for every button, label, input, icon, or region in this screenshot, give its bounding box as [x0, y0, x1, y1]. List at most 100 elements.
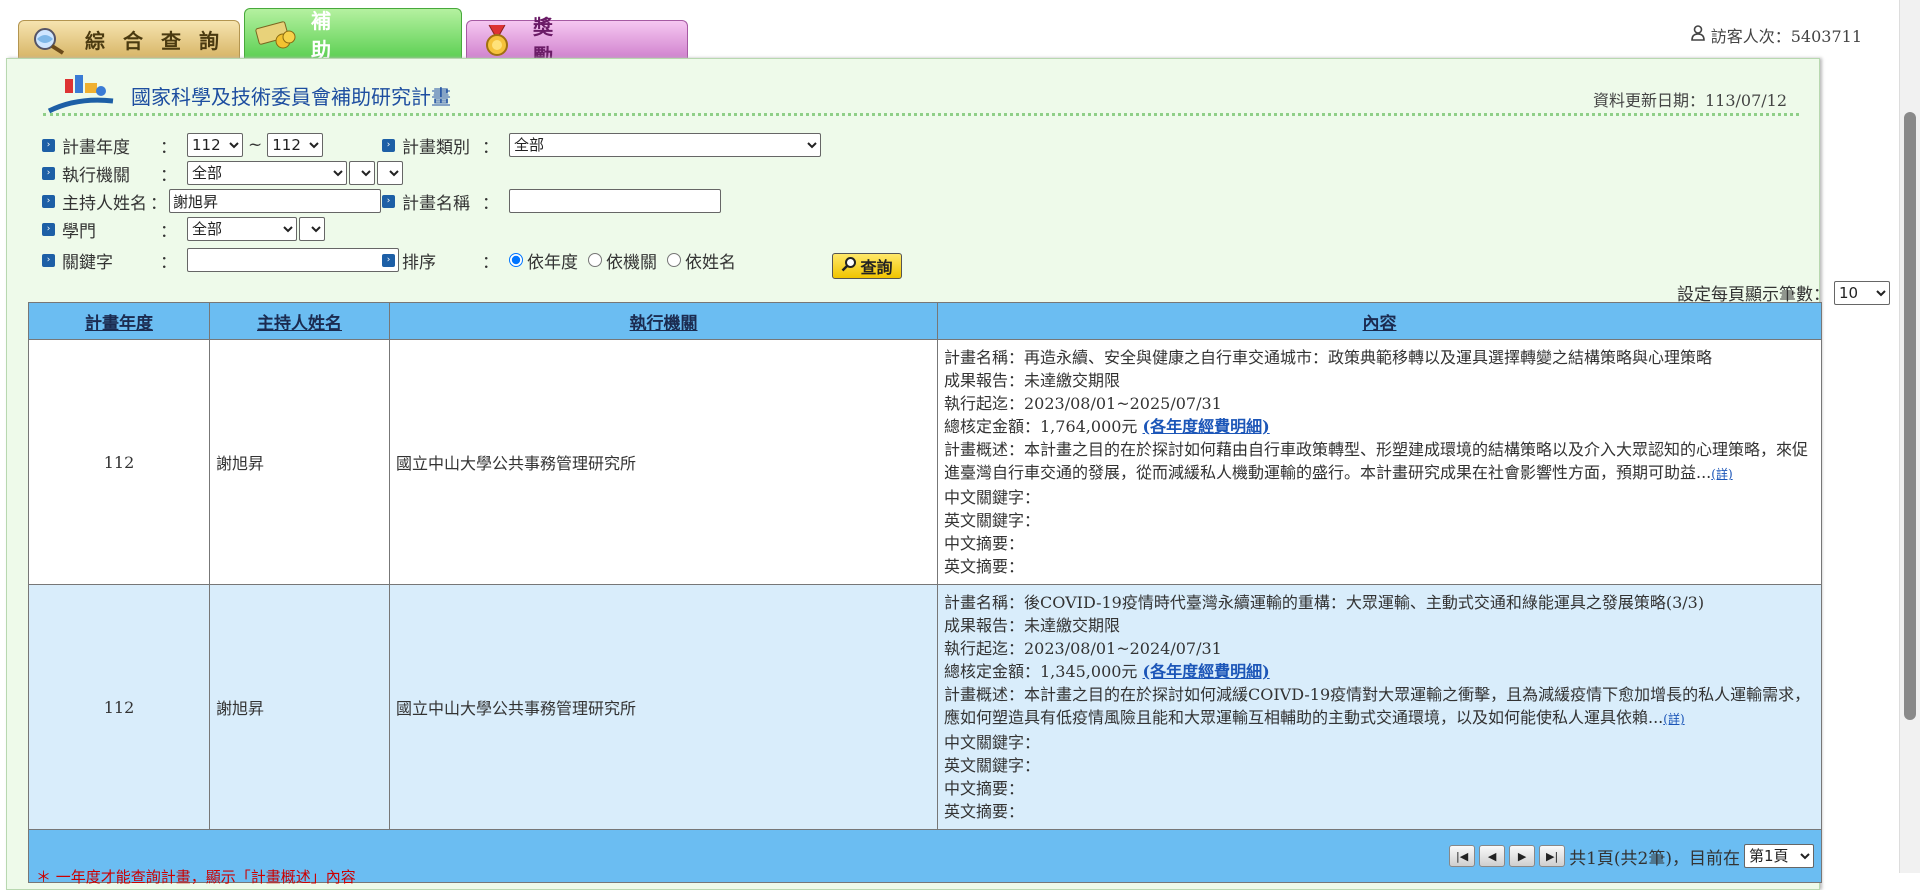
first-page-icon[interactable]: |◀	[1449, 845, 1476, 867]
colon: ：	[160, 252, 177, 273]
cell-org: 國立中山大學公共事務管理研究所	[389, 339, 938, 585]
next-page-icon[interactable]: ▶	[1509, 845, 1536, 867]
keywords-zh: 中文關鍵字：	[944, 488, 1041, 507]
amount-line: 總核定金額：1,345,000元 (各年度經費明細)	[944, 660, 1815, 683]
year-separator: ~	[248, 135, 263, 155]
sort-by-year[interactable]: 依年度	[509, 248, 578, 273]
page-select[interactable]: 第1頁	[1744, 844, 1814, 868]
pi-name-input[interactable]	[169, 189, 381, 213]
sort-by-year-radio[interactable]	[509, 253, 523, 267]
field-select[interactable]: 全部	[187, 217, 297, 241]
colon: ：	[160, 221, 177, 242]
abstract-zh: 中文摘要：	[944, 779, 1025, 798]
page-title: 國家科學及技術委員會補助研究計畫	[131, 85, 451, 109]
tab-label: 補助	[311, 8, 391, 62]
sort-option-label: 依機關	[606, 252, 657, 273]
cell-pi: 謝旭昇	[209, 339, 390, 585]
colon: ：	[160, 137, 177, 158]
table-row: 112 謝旭昇 國立中山大學公共事務管理研究所 計畫名稱：再造永續、安全與健康之…	[28, 339, 1822, 585]
colon: ：	[160, 165, 177, 186]
colon: ：	[482, 252, 499, 273]
keyword-input[interactable]	[187, 248, 399, 272]
prev-page-icon[interactable]: ◀	[1479, 845, 1506, 867]
keywords-en: 英文關鍵字：	[944, 756, 1041, 775]
update-date: 資料更新日期：113/07/12	[1592, 91, 1787, 110]
colon: ：	[150, 193, 167, 214]
org-sub-select-1[interactable]	[349, 161, 375, 185]
bullet-icon: ›	[382, 194, 395, 208]
summary: 計畫概述：本計畫之目的在於探討如何藉由自行車政策轉型、形塑建成環境的結構策略以及…	[944, 440, 1809, 482]
col-header-pi[interactable]: 主持人姓名	[209, 302, 390, 340]
pi-row: › 主持人姓名 ：	[42, 188, 381, 214]
sort-by-name[interactable]: 依姓名	[667, 248, 736, 273]
tab-comprehensive-query[interactable]: 綜合查詢	[18, 20, 240, 58]
project-name-input[interactable]	[509, 189, 721, 213]
col-header-year[interactable]: 計畫年度	[28, 302, 210, 340]
col-header-org[interactable]: 執行機關	[389, 302, 938, 340]
org-label: 執行機關	[62, 165, 130, 186]
project-name: 計畫名稱：再造永續、安全與健康之自行車交通城市：政策典範移轉以及運具選擇轉變之結…	[944, 348, 1713, 367]
pi-label: 主持人姓名	[62, 193, 147, 214]
search-button[interactable]: 查詢	[832, 253, 902, 279]
cell-content: 計畫名稱：再造永續、安全與健康之自行車交通城市：政策典範移轉以及運具選擇轉變之結…	[937, 339, 1822, 585]
keywords-en: 英文關鍵字：	[944, 511, 1041, 530]
year-to-select[interactable]: 112	[267, 133, 324, 157]
amount-line: 總核定金額：1,764,000元 (各年度經費明細)	[944, 415, 1815, 438]
colon: ：	[482, 193, 499, 214]
tab-subsidy[interactable]: 補助	[244, 8, 462, 62]
page-size-select[interactable]: 10	[1834, 280, 1890, 305]
scrollbar-thumb[interactable]	[1904, 112, 1916, 720]
details-link[interactable]: (詳)	[1663, 712, 1684, 726]
field-row: › 學門 ： 全部	[42, 216, 325, 242]
table-row: 112 謝旭昇 國立中山大學公共事務管理研究所 計畫名稱：後COVID-19疫情…	[28, 584, 1822, 830]
keyword-row: › 關鍵字 ：	[42, 247, 399, 273]
period: 執行起迄：2023/08/01~2025/07/31	[944, 394, 1222, 413]
medal-icon	[475, 23, 519, 57]
search-button-label: 查詢	[860, 258, 893, 277]
tab-award[interactable]: 獎勵	[466, 15, 688, 68]
sort-label: 排序	[402, 252, 436, 273]
org-select[interactable]: 全部	[187, 161, 347, 185]
year-row: › 計畫年度 ： 112 ~ 112	[42, 132, 324, 158]
abstract-en: 英文摘要：	[944, 802, 1025, 821]
research-logo-icon	[47, 71, 117, 115]
panel-header: 國家科學及技術委員會補助研究計畫 資料更新日期：113/07/12	[43, 75, 1799, 116]
search-icon	[841, 256, 857, 276]
org-sub-select-2[interactable]	[377, 161, 403, 185]
field-sub-select[interactable]	[299, 217, 325, 241]
year-from-select[interactable]: 112	[187, 133, 243, 157]
cell-year: 112	[28, 339, 210, 585]
type-row: › 計畫類別 ： 全部	[382, 132, 821, 158]
user-icon	[1690, 25, 1705, 45]
vertical-scrollbar[interactable]	[1899, 0, 1920, 873]
details-link[interactable]: (詳)	[1711, 467, 1732, 481]
visitor-count-text: 訪客人次：5403711	[1710, 27, 1862, 46]
bullet-icon: ›	[42, 253, 55, 267]
pager-summary: 共1頁(共2筆)，目前在	[1569, 848, 1740, 869]
bullet-icon: ›	[382, 253, 395, 267]
yearly-budget-link[interactable]: (各年度經費明細)	[1143, 417, 1270, 436]
project-name: 計畫名稱：後COVID-19疫情時代臺灣永續運輸的重構：大眾運輸、主動式交通和綠…	[944, 593, 1705, 612]
magnifier-globe-icon	[27, 23, 71, 57]
cell-content: 計畫名稱：後COVID-19疫情時代臺灣永續運輸的重構：大眾運輸、主動式交通和綠…	[937, 584, 1822, 830]
bullet-icon: ›	[42, 166, 55, 180]
sort-by-org[interactable]: 依機關	[588, 248, 657, 273]
report-status: 成果報告：未達繳交期限	[944, 616, 1121, 635]
sort-by-name-radio[interactable]	[667, 253, 681, 267]
yearly-budget-link[interactable]: (各年度經費明細)	[1143, 662, 1270, 681]
amount: 總核定金額：1,764,000元	[944, 417, 1138, 436]
cell-org: 國立中山大學公共事務管理研究所	[389, 584, 938, 830]
colon: ：	[482, 137, 499, 158]
type-label: 計畫類別	[402, 137, 470, 158]
sort-row: › 排序 ： 依年度 依機關 依姓名	[382, 247, 736, 273]
sort-radio-group: 依年度 依機關 依姓名	[509, 248, 736, 273]
sort-by-org-radio[interactable]	[588, 253, 602, 267]
money-icon	[253, 17, 297, 51]
type-select[interactable]: 全部	[509, 133, 821, 157]
project-name-row: › 計畫名稱 ：	[382, 188, 721, 214]
cell-pi: 謝旭昇	[209, 584, 390, 830]
last-page-icon[interactable]: ▶|	[1539, 845, 1566, 867]
col-header-content: 內容	[937, 302, 1822, 340]
amount: 總核定金額：1,345,000元	[944, 662, 1138, 681]
field-label: 學門	[62, 221, 96, 242]
